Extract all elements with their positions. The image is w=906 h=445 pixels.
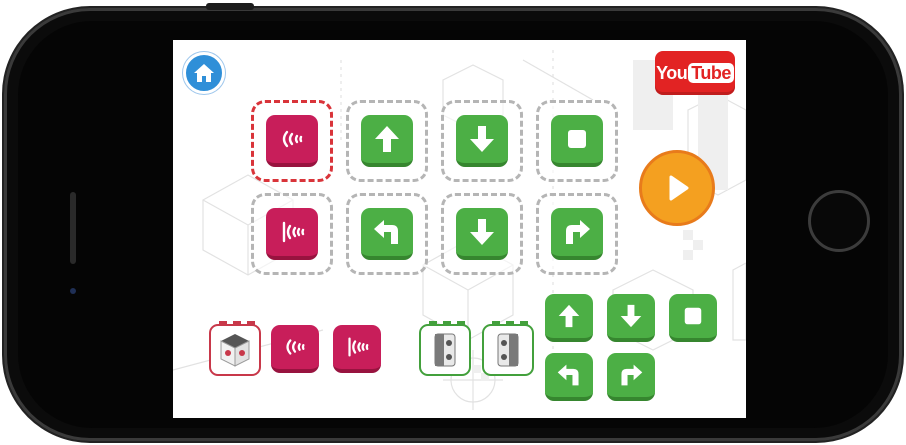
arrow-down-icon <box>620 304 642 328</box>
sound-sensor-block[interactable] <box>266 115 318 167</box>
backward-block[interactable] <box>456 115 508 167</box>
connector-tab <box>520 321 528 325</box>
program-slot-1-1[interactable] <box>251 100 333 182</box>
phone-home-button <box>808 190 870 252</box>
program-slot-1-2[interactable] <box>346 100 428 182</box>
youtube-button[interactable]: You Tube <box>655 51 735 95</box>
arrow-up-icon <box>558 304 580 328</box>
connector-tab <box>429 321 437 325</box>
palette-backward[interactable] <box>607 294 655 342</box>
connector-tab <box>233 321 241 325</box>
forward-block[interactable] <box>361 115 413 167</box>
connector-tab <box>506 321 514 325</box>
arrow-up-icon <box>375 126 399 152</box>
stop-icon <box>568 130 586 148</box>
youtube-logo: You Tube <box>656 62 734 84</box>
backward-block[interactable] <box>607 294 655 342</box>
connector-tab <box>443 321 451 325</box>
home-button[interactable] <box>183 52 225 94</box>
turn-right-block[interactable] <box>551 208 603 260</box>
turn-left-icon <box>374 220 398 244</box>
palette-turn-left[interactable] <box>545 353 593 401</box>
phone-speaker <box>70 192 76 264</box>
arrow-down-icon <box>470 219 494 245</box>
connector-tab <box>457 321 465 325</box>
connector-tab <box>219 321 227 325</box>
home-icon <box>194 64 214 82</box>
program-slot-2-4[interactable] <box>536 193 618 275</box>
palette-stop[interactable] <box>669 294 717 342</box>
backward-block[interactable] <box>456 208 508 260</box>
turn-right-icon <box>566 220 590 244</box>
program-slot-2-2[interactable] <box>346 193 428 275</box>
palette-sound-sensor[interactable] <box>271 325 319 373</box>
power-button <box>206 3 254 10</box>
program-slot-2-3[interactable] <box>441 193 523 275</box>
forward-block[interactable] <box>545 294 593 342</box>
play-button[interactable] <box>639 150 715 226</box>
turn-right-icon <box>621 364 643 386</box>
stop-block[interactable] <box>669 294 717 342</box>
motor-block-icon <box>497 333 519 367</box>
motor-block-2[interactable] <box>482 321 534 376</box>
program-slot-1-4[interactable] <box>536 100 618 182</box>
turn-right-block[interactable] <box>607 353 655 401</box>
phone-camera <box>70 288 76 294</box>
turn-left-block[interactable] <box>361 208 413 260</box>
play-icon <box>669 175 689 201</box>
arrow-down-icon <box>470 126 494 152</box>
program-slot-2-1[interactable] <box>251 193 333 275</box>
obstacle-sensor-block[interactable] <box>266 208 318 260</box>
palette-obstacle-sensor[interactable] <box>333 325 381 373</box>
app-screen: You Tube <box>173 40 746 418</box>
palette-turn-right[interactable] <box>607 353 655 401</box>
motor-block-1[interactable] <box>419 321 471 376</box>
obstacle-sensor-block[interactable] <box>333 325 381 373</box>
turn-left-icon <box>557 364 579 386</box>
stop-block[interactable] <box>551 115 603 167</box>
obstacle-sensor-icon <box>348 337 369 357</box>
robot-head-block[interactable] <box>209 321 261 376</box>
obstacle-sensor-icon <box>282 221 305 243</box>
turn-left-block[interactable] <box>545 353 593 401</box>
sound-sensor-icon <box>282 130 303 148</box>
palette-forward[interactable] <box>545 294 593 342</box>
sound-sensor-icon <box>286 339 305 355</box>
robot-head-icon <box>220 334 250 367</box>
connector-tab <box>247 321 255 325</box>
stop-icon <box>684 307 702 325</box>
sound-sensor-block[interactable] <box>271 325 319 373</box>
connector-tab <box>492 321 500 325</box>
motor-block-icon <box>434 333 456 367</box>
program-slot-1-3[interactable] <box>441 100 523 182</box>
